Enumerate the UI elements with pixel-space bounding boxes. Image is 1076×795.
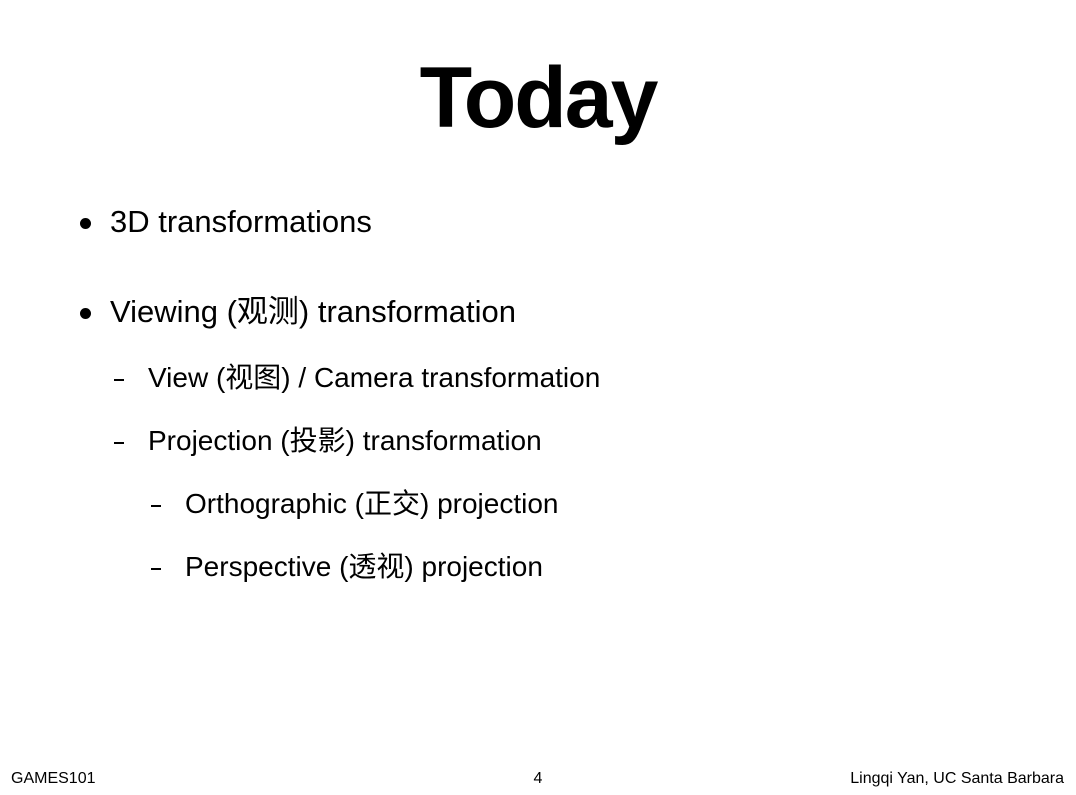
bullet-list: 3D transformations Viewing (观测) transfor… [0,0,1076,700]
sub-sub-bullet-text: Orthographic (正交) projection [185,488,559,519]
bullet-text: Viewing (观测) transformation [110,294,517,329]
sub-bullet-text: Projection (投影) transformation [148,425,542,456]
sub-bullet-text: View (视图) / Camera transformation [148,362,601,393]
bullet-text: 3D transformations [110,204,372,239]
sub-sub-bullet-text: Perspective (透视) projection [185,551,543,582]
footer-author: Lingqi Yan, UC Santa Barbara [850,770,1064,787]
